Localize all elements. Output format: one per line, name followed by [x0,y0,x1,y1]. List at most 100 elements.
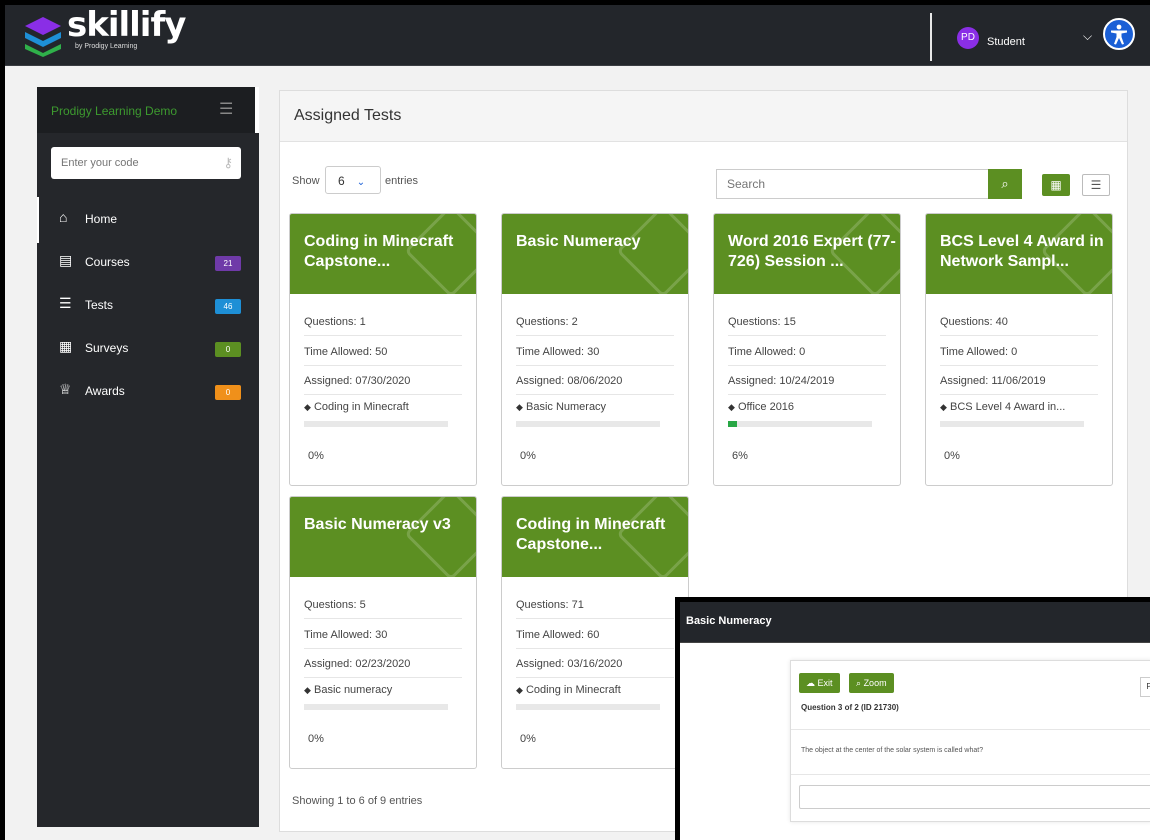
sidebar-item-label: Courses [85,255,130,269]
zoom-label: Zoom [863,678,887,688]
card-time-allowed: Time Allowed: 0 [728,346,806,358]
test-card[interactable]: Word 2016 Expert (77-726) Session ... Qu… [713,213,901,486]
card-assigned-date: Assigned: 07/30/2020 [304,375,411,387]
tests-count-badge: 46 [215,299,241,314]
card-tag-label: Office 2016 [737,401,795,413]
tag-icon: ◆ [304,685,311,695]
card-header: Coding in Minecraft Capstone... [290,214,476,294]
sidebar-item-awards[interactable]: ♕ Awards 0 [37,371,259,414]
card-questions: Questions: 2 [516,316,578,328]
card-assigned-date: Assigned: 02/23/2020 [304,658,411,670]
card-title: Basic Numeracy [516,233,641,250]
progress-percent: 0% [308,733,324,745]
sidebar-item-label: Home [85,212,118,226]
chevron-down-icon[interactable]: ⌵ [1083,29,1092,44]
surveys-count-badge: 0 [215,342,241,357]
chevron-down-icon: ⌄ [356,177,366,188]
cloud-icon: ☁ [806,678,815,688]
grid-icon: ▦ [1050,178,1062,192]
question-text: The object at the center of the solar sy… [801,747,984,754]
card-tag-label: Basic Numeracy [525,401,607,413]
card-tag: ◆ Office 2016 [728,401,886,413]
sidebar-item-tests[interactable]: ☰ Tests 46 [37,285,259,328]
progress-percent: 0% [520,450,536,462]
progress-percent: 0% [520,733,536,745]
card-header: Basic Numeracy v3 [290,497,476,577]
skillify-logo-icon [25,17,61,57]
progress-bar [728,421,872,427]
card-header: Word 2016 Expert (77-726) Session ... [714,214,900,294]
progress-bar [940,421,1084,427]
test-card[interactable]: Basic Numeracy Questions: 2 Time Allowed… [501,213,689,486]
org-name[interactable]: Prodigy Learning Demo [51,104,177,118]
list-icon: ☰ [1090,178,1102,192]
card-tag: ◆ Basic numeracy [304,684,462,696]
card-assigned-date: Assigned: 10/24/2019 [728,375,835,387]
card-tag-label: Coding in Minecraft [525,684,621,696]
progress-bar [304,704,448,710]
zoom-icon: ⌕ [856,678,862,688]
test-card[interactable]: Coding in Minecraft Capstone... Question… [289,213,477,486]
card-tag: ◆ Basic Numeracy [516,401,674,413]
search-icon: ⌕ [1001,176,1009,191]
answer-input[interactable] [799,785,1150,809]
test-card[interactable]: BCS Level 4 Award in Network Sampl... Qu… [925,213,1113,486]
tag-icon: ◆ [940,402,947,412]
accessibility-icon[interactable] [1103,18,1135,50]
entries-select-value: 6 [338,174,345,188]
sidebar-item-courses[interactable]: ▤ Courses 21 [37,242,259,285]
brand-subtitle: by Prodigy Learning [75,43,138,50]
divider [791,774,1150,775]
exit-button[interactable]: ☁ Exit [799,673,840,693]
card-header: Coding in Minecraft Capstone... [502,497,688,577]
card-assigned-date: Assigned: 08/06/2020 [516,375,623,387]
entries-select[interactable]: 6 ⌄ [325,166,381,194]
courses-count-badge: 21 [215,256,241,271]
user-role[interactable]: Student [987,36,1025,48]
document-icon: ☰ [59,295,72,311]
card-assigned-date: Assigned: 03/16/2020 [516,658,623,670]
pencil-ruler-icon [404,497,476,577]
panel-header: Assigned Tests [280,91,1127,142]
tag-icon: ◆ [304,402,311,412]
entries-label: entries [385,175,419,187]
page-title: Assigned Tests [294,107,402,124]
card-title: Coding in Minecraft Capstone... [516,516,666,553]
card-questions: Questions: 5 [304,599,366,611]
progress-bar [516,704,660,710]
card-time-allowed: Time Allowed: 50 [304,346,388,358]
zoom-button[interactable]: ⌕ Zoom [849,673,894,693]
grid-view-button[interactable]: ▦ [1042,174,1070,196]
card-tag: ◆ Coding in Minecraft [516,684,674,696]
home-icon: ⌂ [59,209,68,225]
search-input[interactable] [717,170,987,198]
hamburger-menu-icon[interactable]: ☰ [219,99,233,119]
list-icon: ▦ [59,338,73,354]
list-view-button[interactable]: ☰ [1082,174,1110,196]
card-questions: Questions: 15 [728,316,796,328]
test-card[interactable]: Basic Numeracy v3 Questions: 5 Time Allo… [289,496,477,769]
awards-count-badge: 0 [215,385,241,400]
sidebar: Prodigy Learning Demo ☰ ⚷ ⌂ Home ▤ Cours… [37,87,259,827]
card-title: Word 2016 Expert (77-726) Session ... [728,233,896,270]
pencil-ruler-icon [616,214,688,294]
card-questions: Questions: 1 [304,316,366,328]
question-box: ☁ Exit ⌕ Zoom P Question 3 of 2 (ID 2173… [790,660,1150,822]
sidebar-item-home[interactable]: ⌂ Home [37,197,259,243]
key-icon[interactable]: ⚷ [223,155,233,171]
divider [791,729,1150,730]
progress-percent: 6% [732,450,748,462]
progress-percent: 0% [308,450,324,462]
side-button[interactable]: P [1140,677,1150,697]
code-input[interactable] [51,147,221,179]
card-time-allowed: Time Allowed: 30 [516,346,600,358]
test-card[interactable]: Coding in Minecraft Capstone... Question… [501,496,689,769]
sidebar-item-surveys[interactable]: ▦ Surveys 0 [37,328,259,371]
card-questions: Questions: 71 [516,599,584,611]
avatar[interactable]: PD [957,27,979,49]
search-button[interactable]: ⌕ [988,169,1022,199]
question-number: Question 3 of 2 (ID 21730) [801,703,899,712]
card-header: BCS Level 4 Award in Network Sampl... [926,214,1112,294]
card-tag-label: Coding in Minecraft [313,401,409,413]
sidebar-nav: ⌂ Home ▤ Courses 21 ☰ Tests 46 ▦ Surveys… [37,197,259,414]
